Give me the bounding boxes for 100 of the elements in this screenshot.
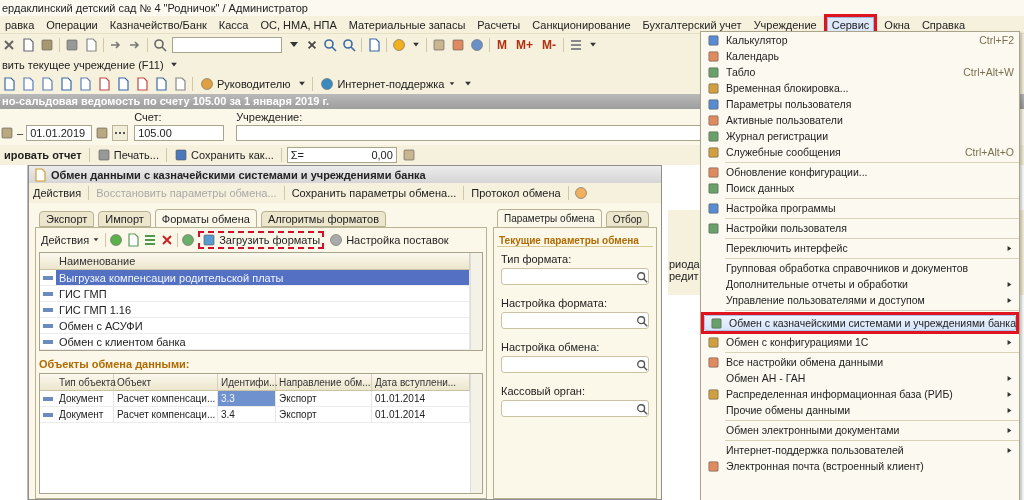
tab[interactable]: Параметры обмена [497, 209, 602, 227]
print-button[interactable]: Печать... [94, 148, 161, 162]
menu-item[interactable]: Прочие обмены данными [701, 402, 1019, 418]
menu-item[interactable]: ОС, НМА, НПА [255, 16, 342, 33]
toolbar-button[interactable]: Действия [31, 187, 84, 199]
memory-button[interactable]: M [495, 38, 509, 52]
report-icon [173, 77, 187, 91]
manager-button[interactable]: Руководителю [198, 77, 293, 91]
menu-item[interactable]: Санкционирование [527, 16, 636, 33]
input-field[interactable] [501, 312, 649, 329]
menu-item[interactable]: Журнал регистрации [701, 128, 1019, 144]
menu-icon [706, 33, 720, 47]
column-header: риода [668, 258, 700, 270]
report-icon [116, 77, 130, 91]
menu-item[interactable]: равка [0, 16, 40, 33]
menu-icon [706, 221, 720, 235]
menu-item[interactable]: Сервис [826, 16, 875, 33]
menu-item[interactable]: Материальные запасы [343, 16, 471, 33]
menu-item[interactable]: Электронная почта (встроенный клиент) [701, 458, 1019, 474]
report-icon [21, 77, 35, 91]
toolbar-button[interactable]: Протокол обмена [469, 187, 563, 199]
select-button[interactable] [112, 125, 129, 141]
menu-item[interactable]: Обмен с казначейскими системами и учреждениями банка [704, 315, 1016, 331]
menu-item[interactable]: Казначейство/Банк [104, 16, 212, 33]
menu-icon [706, 145, 720, 159]
menu-item[interactable]: Табло Ctrl+Alt+W [701, 64, 1019, 80]
menu-item[interactable]: Все настройки обмена данными [701, 354, 1019, 370]
save-as-button[interactable]: Сохранить как... [171, 148, 276, 162]
field-label: Настройка обмена: [501, 341, 600, 353]
menu-item[interactable]: Обмен электронными документами [701, 422, 1019, 438]
menu-icon [706, 335, 720, 349]
input-field[interactable] [501, 400, 649, 417]
delivery-settings-button[interactable]: Настройка поставок [327, 233, 451, 247]
generate-report-button[interactable]: ировать отчет [2, 149, 84, 161]
tab[interactable]: Форматы обмена [154, 209, 257, 227]
menu-item[interactable]: Календарь [701, 48, 1019, 64]
menu-icon [706, 355, 720, 369]
menu-item[interactable]: Учреждение [748, 16, 822, 33]
row-marker-icon [43, 275, 53, 280]
input-field[interactable] [501, 268, 649, 285]
menu-icon [706, 129, 720, 143]
search-icon [153, 38, 167, 52]
close-icon [306, 39, 318, 51]
tab[interactable]: Алгоритмы форматов [260, 211, 386, 227]
section-title: Объекты обмена данными: [39, 357, 191, 370]
sum-field[interactable]: Σ= 0,00 [286, 147, 397, 163]
delete-icon [160, 233, 175, 247]
menu-item[interactable]: Обновление конфигурации... [701, 164, 1019, 180]
menu-item[interactable]: Временная блокировка... [701, 80, 1019, 96]
date-field[interactable]: 01.01.2019 [26, 125, 93, 141]
tab[interactable]: Экспорт [39, 211, 95, 227]
row-marker-icon [43, 307, 53, 312]
column-header: Тип объекта [56, 374, 114, 390]
search-field[interactable] [172, 37, 282, 53]
table-cell: Документ [56, 407, 114, 422]
menu-item[interactable]: Касса [213, 16, 254, 33]
report-icon [97, 77, 111, 91]
menu-item[interactable]: Параметры пользователя [701, 96, 1019, 112]
menu-item[interactable]: Справка [916, 16, 971, 33]
search-icon [342, 38, 356, 52]
menu-item[interactable]: Обмен с конфигурациями 1С [701, 334, 1019, 350]
table-cell[interactable]: Выгрузка компенсации родительской платы [56, 270, 470, 285]
tab[interactable]: Импорт [98, 211, 151, 227]
menu-item[interactable]: Управление пользователями и доступом [701, 292, 1019, 308]
menu-item[interactable]: Активные пользователи [701, 112, 1019, 128]
load-formats-button[interactable]: Загрузить форматы [200, 233, 323, 247]
scrollbar[interactable] [470, 374, 482, 493]
field-label: Кассовый орган: [501, 385, 585, 397]
search-icon [636, 358, 648, 371]
toolbar-button[interactable]: Сохранить параметры обмена... [289, 187, 459, 199]
account-field[interactable]: 105.00 [134, 125, 225, 141]
table-cell: Экспорт [276, 391, 372, 406]
scrollbar[interactable] [470, 253, 482, 350]
menu-item[interactable]: Настройка программы [701, 200, 1019, 216]
menu-item[interactable]: Интернет-поддержка пользователей [701, 442, 1019, 458]
menu-item[interactable]: Поиск данных [701, 180, 1019, 196]
table-cell: Документ [56, 391, 114, 406]
memory-button[interactable]: M- [540, 38, 558, 52]
menu-item[interactable]: Настройки пользователя [701, 220, 1019, 236]
menu-item[interactable]: Распределенная информационная база (РИБ) [701, 386, 1019, 402]
input-field[interactable] [501, 356, 649, 373]
menu-item[interactable]: Операции [41, 16, 103, 33]
support-button[interactable]: Интернет-поддержка [318, 77, 458, 91]
row-marker-icon [43, 396, 53, 401]
menu-icon [706, 49, 720, 63]
menu-item[interactable]: Расчеты [472, 16, 526, 33]
actions-button[interactable]: Действия [39, 234, 103, 246]
field-label: Тип формата: [501, 253, 572, 265]
menu-item[interactable]: Обмен АН - ГАН [701, 370, 1019, 386]
menu-item[interactable]: Групповая обработка справочников и документов [701, 260, 1019, 276]
menu-item[interactable]: Бухгалтерский учет [637, 16, 747, 33]
menu-item[interactable]: Дополнительные отчеты и обработки [701, 276, 1019, 292]
institution-link[interactable]: вить текущее учреждение (F11) [2, 59, 164, 71]
menu-item[interactable]: Калькулятор Ctrl+F2 [701, 32, 1019, 48]
memory-button[interactable]: M+ [514, 38, 535, 52]
menu-icon [706, 113, 720, 127]
tab[interactable]: Отбор [605, 211, 649, 227]
menu-item[interactable]: Окна [879, 16, 915, 33]
menu-item[interactable]: Переключить интерфейс [701, 240, 1019, 256]
menu-item[interactable]: Служебные сообщения Ctrl+Alt+O [701, 144, 1019, 160]
